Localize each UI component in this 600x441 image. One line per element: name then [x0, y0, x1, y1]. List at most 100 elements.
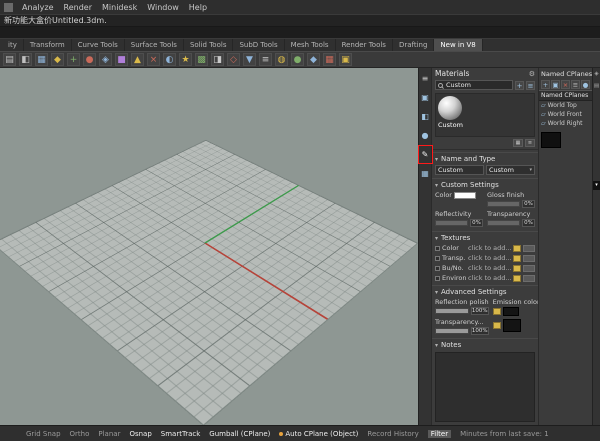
reflectivity-value[interactable]: 0% — [470, 219, 483, 227]
gear-icon[interactable] — [529, 69, 535, 78]
toolbar-icon-7[interactable]: ◈ — [99, 53, 112, 66]
toolbar-icon-20[interactable]: ◆ — [307, 53, 320, 66]
texture-swatch-button[interactable] — [523, 265, 535, 272]
material-search-input[interactable]: Custom — [435, 80, 513, 90]
properties-tab-icon[interactable]: ▣ — [420, 92, 431, 103]
tab-render-tools[interactable]: Render Tools — [336, 39, 393, 51]
advanced-transparency-value[interactable]: 100% — [471, 327, 489, 335]
edit-cplane-icon[interactable]: ▣ — [551, 80, 560, 89]
advanced-transparency-slider[interactable] — [435, 328, 469, 334]
toolbar-icon-11[interactable]: ◐ — [163, 53, 176, 66]
cplane-list-item[interactable]: ▱World Front — [539, 110, 592, 119]
toolbar-icon-8[interactable]: ■ — [115, 53, 128, 66]
toolbar-icon-6[interactable]: ● — [83, 53, 96, 66]
libraries-tab-icon[interactable]: ▦ — [420, 168, 431, 179]
add-material-button[interactable]: + — [515, 81, 524, 90]
tab-transform[interactable]: Transform — [24, 39, 72, 51]
cplane-list-item[interactable]: ▱World Right — [539, 119, 592, 128]
tab-curve-tools[interactable]: Curve Tools — [72, 39, 125, 51]
right-panel-tab-icon-2[interactable]: ▤ — [594, 83, 599, 90]
toolbar-icon-10[interactable]: × — [147, 53, 160, 66]
reflectivity-slider[interactable] — [435, 220, 468, 226]
toolbar-icon-15[interactable]: ◇ — [227, 53, 240, 66]
material-menu-button[interactable]: ≡ — [526, 81, 535, 90]
panel-menu-icon[interactable]: ≡ — [420, 73, 431, 84]
menu-help[interactable]: Help — [184, 3, 212, 12]
material-type-select[interactable]: Custom — [486, 165, 535, 175]
display-tab-icon[interactable]: ● — [420, 130, 431, 141]
toolbar-icon-17[interactable]: ≡ — [259, 53, 272, 66]
reflection-polish-slider[interactable] — [435, 308, 469, 314]
layers-tab-icon[interactable]: ◧ — [420, 111, 431, 122]
cplane-menu-icon[interactable]: ≡ — [571, 80, 580, 89]
texture-swatch-button[interactable] — [523, 255, 535, 262]
material-name-field[interactable]: Custom — [435, 165, 484, 175]
materials-tab-icon[interactable]: ✎ — [420, 149, 431, 160]
tab-solid-tools[interactable]: Solid Tools — [184, 39, 234, 51]
tab-drafting[interactable]: Drafting — [393, 39, 434, 51]
toolbar-icon-5[interactable]: + — [67, 53, 80, 66]
toolbar-icon-13[interactable]: ▩ — [195, 53, 208, 66]
texture-swatch-button[interactable] — [523, 275, 535, 282]
tab-subd-tools[interactable]: SubD Tools — [233, 39, 284, 51]
tab-ity[interactable]: ity — [2, 39, 24, 51]
texture-checkbox[interactable] — [435, 246, 440, 251]
status-gumball-cplane[interactable]: Gumball (CPlane) — [209, 430, 270, 438]
gloss-slider[interactable] — [487, 201, 520, 207]
emission-color-swatch[interactable] — [503, 307, 519, 316]
notes-textarea[interactable] — [435, 352, 535, 422]
texture-swatch-button[interactable] — [523, 245, 535, 252]
status-grid-snap[interactable]: Grid Snap — [26, 430, 61, 438]
texture-add-link[interactable]: click to add... — [468, 264, 511, 272]
texture-folder-icon[interactable] — [513, 255, 521, 262]
toolbar-icon-16[interactable]: ▼ — [243, 53, 256, 66]
section-custom-settings[interactable]: Custom Settings — [432, 178, 538, 190]
status-minutes-from-last-save-1[interactable]: Minutes from last save: 1 — [460, 430, 549, 438]
cplane-list-item[interactable]: ▱World Top — [539, 101, 592, 110]
delete-cplane-icon[interactable]: × — [561, 80, 570, 89]
toolbar-icon-18[interactable]: ◍ — [275, 53, 288, 66]
menu-render[interactable]: Render — [59, 3, 97, 12]
command-input[interactable] — [0, 27, 600, 39]
perspective-viewport[interactable] — [0, 68, 418, 425]
right-panel-tab-icon[interactable]: ◈ — [594, 71, 598, 78]
advanced-color-swatch[interactable] — [503, 319, 521, 332]
texture-checkbox[interactable] — [435, 276, 440, 281]
section-textures[interactable]: Textures — [432, 231, 538, 243]
tab-mesh-tools[interactable]: Mesh Tools — [285, 39, 336, 51]
texture-folder-icon[interactable] — [513, 265, 521, 272]
toolbar-icon-4[interactable]: ◆ — [51, 53, 64, 66]
texture-checkbox[interactable] — [435, 256, 440, 261]
color-swatch[interactable] — [454, 192, 476, 199]
texture-checkbox[interactable] — [435, 266, 440, 271]
tab-new-in-v8[interactable]: New in V8 — [434, 39, 482, 51]
toolbar-icon-9[interactable]: ▲ — [131, 53, 144, 66]
reflection-polish-value[interactable]: 100% — [471, 307, 489, 315]
menu-minidesk[interactable]: Minidesk — [97, 3, 142, 12]
list-view-button[interactable]: ≡ — [525, 139, 535, 147]
section-name-and-type[interactable]: Name and Type — [432, 152, 538, 164]
toolbar-icon-2[interactable]: ◧ — [19, 53, 32, 66]
cplane-options-icon[interactable]: ● — [581, 80, 590, 89]
toolbar-icon-22[interactable]: ▣ — [339, 53, 352, 66]
texture-folder-icon[interactable] — [513, 275, 521, 282]
transparency-slider[interactable] — [487, 220, 520, 226]
status-filter[interactable]: Filter — [428, 430, 451, 438]
collapse-panel-button[interactable]: ▾ — [593, 181, 600, 190]
menu-analyze[interactable]: Analyze — [17, 3, 59, 12]
status-auto-cplane-object[interactable]: Auto CPlane (Object) — [279, 430, 358, 438]
material-thumbnail[interactable]: Custom — [438, 96, 532, 129]
menu-window[interactable]: Window — [142, 3, 184, 12]
status-smarttrack[interactable]: SmartTrack — [161, 430, 201, 438]
section-notes[interactable]: Notes — [432, 338, 538, 350]
texture-add-link[interactable]: click to add... — [468, 254, 511, 262]
toolbar-icon-1[interactable]: ▤ — [3, 53, 16, 66]
tab-surface-tools[interactable]: Surface Tools — [125, 39, 184, 51]
toolbar-icon-12[interactable]: ★ — [179, 53, 192, 66]
status-planar[interactable]: Planar — [98, 430, 120, 438]
transparency-value[interactable]: 0% — [522, 219, 535, 227]
gloss-value[interactable]: 0% — [522, 200, 535, 208]
texture-add-link[interactable]: click to add... — [468, 244, 511, 252]
toolbar-icon-19[interactable]: ● — [291, 53, 304, 66]
toolbar-icon-3[interactable]: ▦ — [35, 53, 48, 66]
